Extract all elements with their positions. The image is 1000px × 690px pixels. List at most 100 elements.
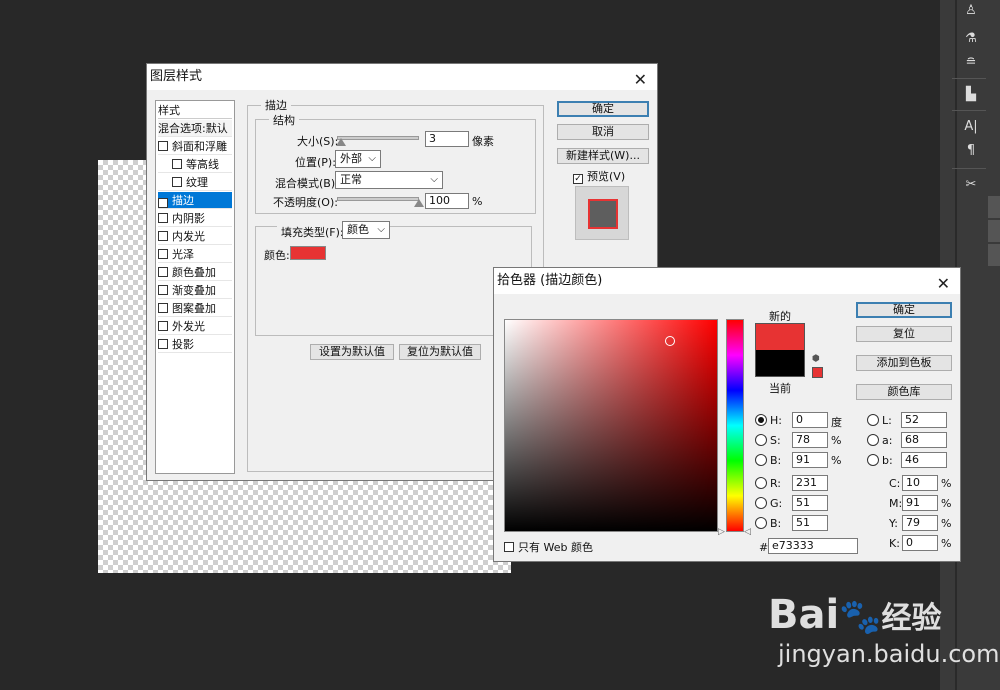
style-item[interactable]: 斜面和浮雕 xyxy=(158,138,232,155)
close-icon[interactable]: ✕ xyxy=(634,67,647,93)
channel-input[interactable]: 231 xyxy=(792,475,828,491)
color-field-cursor[interactable] xyxy=(665,336,675,346)
hex-input[interactable]: e73333 xyxy=(768,538,858,554)
checkbox-icon[interactable] xyxy=(158,249,168,259)
position-select[interactable]: 外部 ⌵ xyxy=(335,150,381,168)
color-picker-titlebar: 拾色器 (描边颜色) ✕ xyxy=(494,268,960,294)
channel-input[interactable]: 78 xyxy=(792,432,828,448)
channel-input[interactable]: 10 xyxy=(902,475,938,491)
blend-mode-select[interactable]: 正常 ⌵ xyxy=(335,171,443,189)
style-item[interactable]: 内阴影 xyxy=(158,210,232,227)
radio-button[interactable] xyxy=(755,414,767,426)
radio-button[interactable] xyxy=(755,434,767,446)
clone-source-icon[interactable]: ≘ xyxy=(958,52,984,74)
channel-label: G: xyxy=(770,497,783,510)
channel-input[interactable]: 0 xyxy=(792,412,828,428)
tool-presets-icon[interactable]: ▙ xyxy=(958,84,984,106)
style-item[interactable]: 光泽 xyxy=(158,246,232,263)
opacity-slider-track[interactable] xyxy=(337,197,419,201)
current-color-swatch[interactable] xyxy=(755,350,805,377)
checkbox-icon[interactable] xyxy=(158,339,168,349)
brush-settings-icon[interactable]: ⚗ xyxy=(958,28,984,50)
checkbox-icon[interactable]: ✓ xyxy=(158,198,168,208)
checkbox-icon[interactable] xyxy=(158,231,168,241)
fill-type-label: 填充类型(F): xyxy=(277,224,348,240)
chevron-down-icon: ⌵ xyxy=(368,153,376,164)
opacity-input[interactable]: 100 xyxy=(425,193,469,209)
color-field[interactable] xyxy=(504,319,718,532)
web-colors-only-checkbox[interactable]: 只有 Web 颜色 xyxy=(504,539,593,555)
style-item[interactable]: 等高线 xyxy=(158,156,232,173)
channel-input[interactable]: 68 xyxy=(901,432,947,448)
chevron-down-icon: ⌵ xyxy=(430,174,438,185)
checkbox-icon[interactable] xyxy=(158,285,168,295)
preview-checkbox[interactable]: ✓ 预览(V) xyxy=(573,168,625,184)
reset-default-button[interactable]: 复位为默认值 xyxy=(399,344,481,360)
size-slider-track[interactable] xyxy=(337,136,419,140)
channel-input[interactable]: 51 xyxy=(792,495,828,511)
close-icon[interactable]: ✕ xyxy=(937,271,950,297)
picker-reset-button[interactable]: 复位 xyxy=(856,326,952,342)
hue-slider-right-handle[interactable]: ◁ xyxy=(744,527,751,537)
size-slider-handle[interactable] xyxy=(336,138,346,146)
style-item[interactable]: 图案叠加 xyxy=(158,300,232,317)
checkbox-icon[interactable] xyxy=(158,303,168,313)
channel-input[interactable]: 0 xyxy=(902,535,938,551)
checkbox-icon[interactable] xyxy=(172,177,182,187)
radio-button[interactable] xyxy=(755,454,767,466)
set-default-button[interactable]: 设置为默认值 xyxy=(310,344,394,360)
chevron-down-icon: ⌵ xyxy=(377,224,385,235)
style-item[interactable]: 渐变叠加 xyxy=(158,282,232,299)
style-item[interactable]: 外发光 xyxy=(158,318,232,335)
radio-button[interactable] xyxy=(867,434,879,446)
radio-button[interactable] xyxy=(755,497,767,509)
separator xyxy=(952,110,986,111)
size-input[interactable]: 3 xyxy=(425,131,469,147)
add-to-swatches-button[interactable]: 添加到色板 xyxy=(856,355,952,371)
tools-icon[interactable]: ✂ xyxy=(958,174,984,196)
stroke-color-swatch[interactable] xyxy=(290,246,326,260)
style-item[interactable]: 纹理 xyxy=(158,174,232,191)
fill-type-select[interactable]: 颜色 ⌵ xyxy=(342,221,390,239)
channel-input[interactable]: 52 xyxy=(901,412,947,428)
radio-button[interactable] xyxy=(867,454,879,466)
blend-options-default[interactable]: 混合选项:默认 xyxy=(158,120,232,137)
channel-input[interactable]: 51 xyxy=(792,515,828,531)
picker-ok-button[interactable]: 确定 xyxy=(856,302,952,318)
checkbox-icon[interactable] xyxy=(172,159,182,169)
channel-input[interactable]: 91 xyxy=(792,452,828,468)
radio-button[interactable] xyxy=(755,517,767,529)
new-style-button[interactable]: 新建样式(W)... xyxy=(557,148,649,164)
color-libraries-button[interactable]: 颜色库 xyxy=(856,384,952,400)
cancel-button[interactable]: 取消 xyxy=(557,124,649,140)
opacity-slider-handle[interactable] xyxy=(414,199,424,207)
web-colors-only-label: 只有 Web 颜色 xyxy=(518,541,593,554)
side-panel-tab[interactable] xyxy=(988,220,1000,242)
checkbox-icon[interactable] xyxy=(158,321,168,331)
character-icon[interactable]: A| xyxy=(958,116,984,138)
hue-slider[interactable] xyxy=(726,319,744,532)
cube-icon[interactable]: ⬢ xyxy=(812,354,820,364)
style-item[interactable]: ✓ 描边 xyxy=(158,192,232,209)
checkbox-icon[interactable] xyxy=(158,141,168,151)
web-safe-color-icon[interactable] xyxy=(812,367,823,378)
paragraph-icon[interactable]: ¶ xyxy=(958,140,984,162)
checkbox-icon[interactable] xyxy=(158,267,168,277)
style-item[interactable]: 颜色叠加 xyxy=(158,264,232,281)
side-panel-tab[interactable] xyxy=(988,196,1000,218)
tool-icon-1[interactable]: ♙ xyxy=(958,0,984,22)
channel-unit: % xyxy=(941,517,952,530)
hue-slider-left-handle[interactable]: ▷ xyxy=(718,527,725,537)
checkbox-icon[interactable] xyxy=(158,213,168,223)
current-color-label: 当前 xyxy=(769,382,791,395)
style-item[interactable]: 投影 xyxy=(158,336,232,353)
channel-input[interactable]: 91 xyxy=(902,495,938,511)
channel-label: a: xyxy=(882,434,893,447)
style-item[interactable]: 内发光 xyxy=(158,228,232,245)
channel-input[interactable]: 46 xyxy=(901,452,947,468)
side-panel-tab[interactable] xyxy=(988,244,1000,266)
channel-input[interactable]: 79 xyxy=(902,515,938,531)
ok-button[interactable]: 确定 xyxy=(557,101,649,117)
radio-button[interactable] xyxy=(867,414,879,426)
radio-button[interactable] xyxy=(755,477,767,489)
